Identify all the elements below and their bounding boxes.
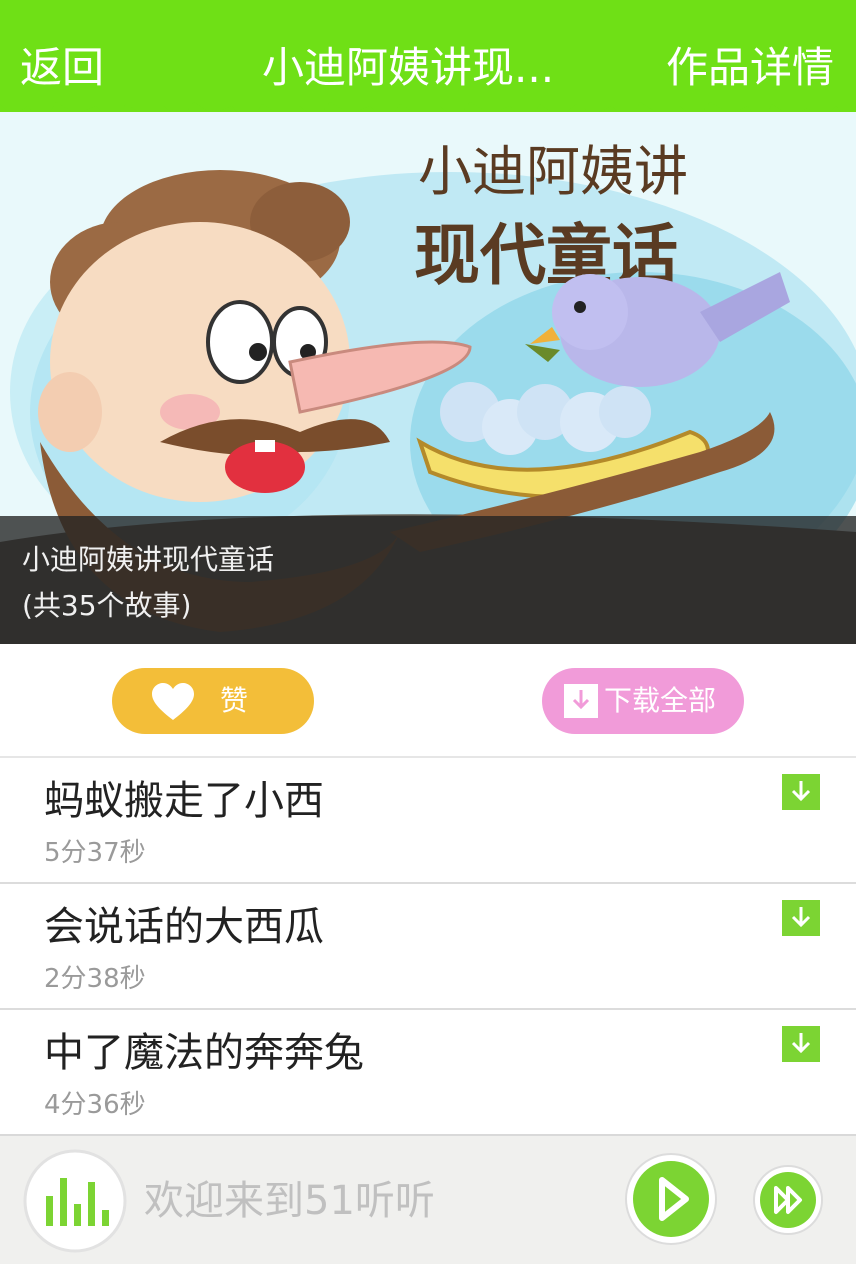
story-title: 会说话的大西瓜 — [44, 904, 324, 950]
like-label: 赞 — [220, 684, 249, 717]
work-details-button[interactable]: 作品详情 — [666, 38, 834, 98]
download-icon[interactable] — [782, 1026, 820, 1062]
download-all-button[interactable]: 下载全部 — [542, 668, 744, 734]
heart-icon — [152, 683, 194, 720]
download-icon[interactable] — [782, 774, 820, 810]
list-item[interactable]: 会说话的大西瓜 2分38秒 — [0, 884, 856, 1010]
like-button[interactable]: 赞 — [112, 668, 314, 734]
top-bar: 返回 小迪阿姨讲现... 作品详情 — [0, 0, 856, 126]
next-track-icon[interactable] — [752, 1164, 824, 1236]
download-icon[interactable] — [782, 900, 820, 936]
list-item[interactable]: 蚂蚁搬走了小西 5分37秒 — [0, 758, 856, 884]
story-title: 蚂蚁搬走了小西 — [44, 778, 324, 824]
story-title: 中了魔法的奔奔兔 — [44, 1030, 364, 1076]
album-cover: 小迪阿姨讲 现代童话 小迪阿姨讲现代童话 (共35个故事) — [0, 112, 856, 644]
play-icon[interactable] — [624, 1152, 718, 1246]
list-item[interactable]: 中了魔法的奔奔兔 4分36秒 — [0, 1010, 856, 1136]
player-bar: 欢迎来到51听听 — [0, 1134, 856, 1264]
download-icon — [564, 684, 598, 718]
cover-caption: 小迪阿姨讲现代童话 (共35个故事) — [0, 516, 856, 644]
action-bar: 赞 下载全部 — [0, 644, 856, 758]
cover-art-title-1: 小迪阿姨讲 — [418, 140, 688, 203]
story-duration: 4分36秒 — [44, 1090, 146, 1120]
now-playing-text: 欢迎来到51听听 — [144, 1178, 435, 1224]
story-duration: 2分38秒 — [44, 964, 146, 994]
download-all-label: 下载全部 — [604, 684, 717, 717]
story-duration: 5分37秒 — [44, 838, 146, 868]
equalizer-icon[interactable] — [22, 1148, 128, 1254]
page-title: 小迪阿姨讲现... — [262, 43, 555, 92]
back-button[interactable]: 返回 — [20, 38, 104, 98]
story-list: 蚂蚁搬走了小西 5分37秒 会说话的大西瓜 2分38秒 中了魔法的奔奔兔 4分3… — [0, 758, 856, 1136]
story-count: (共35个故事) — [22, 589, 192, 622]
album-title: 小迪阿姨讲现代童话 — [22, 543, 275, 576]
